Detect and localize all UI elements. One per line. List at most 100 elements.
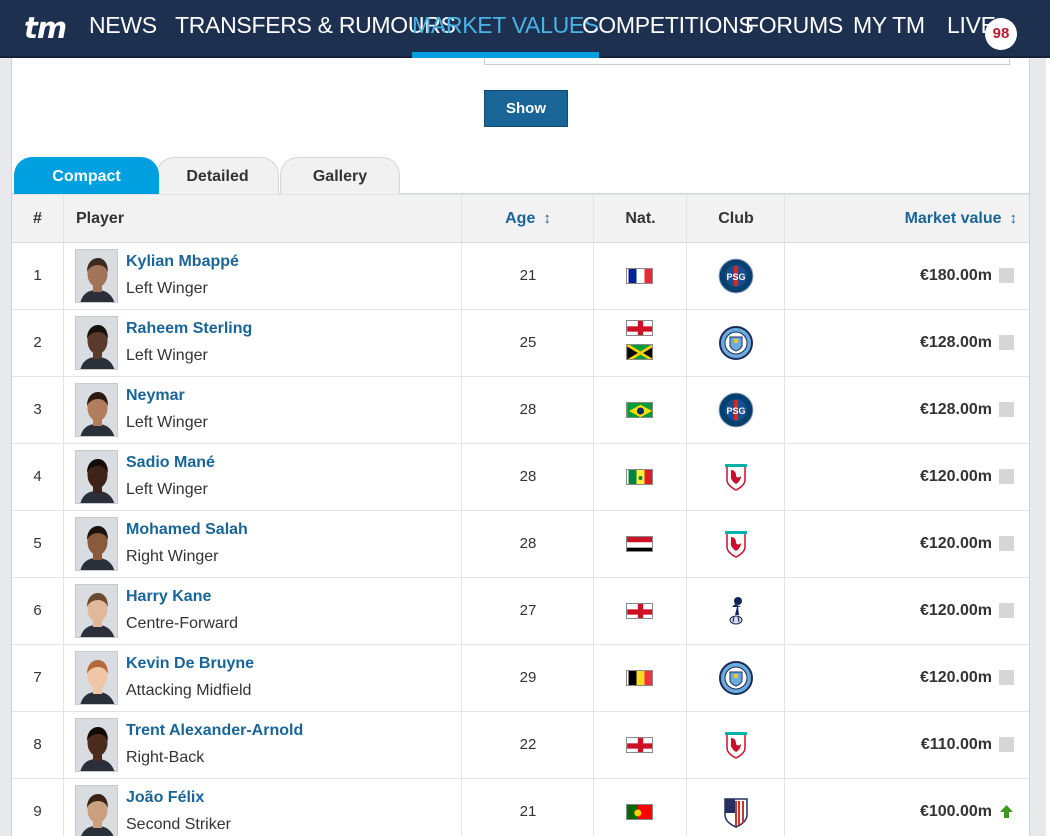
flag-brazil-icon[interactable] <box>626 402 653 418</box>
tab-detailed[interactable]: Detailed <box>156 157 279 194</box>
market-value[interactable]: €120.00m <box>920 578 992 644</box>
nav-market-values[interactable]: MARKET VALUES <box>412 12 599 58</box>
header-nationality: Nat. <box>625 210 656 227</box>
table-row: 2 Raheem Sterling Left Winger 25 €128.00m <box>12 310 1029 377</box>
market-value[interactable]: €110.00m <box>921 712 992 778</box>
header-market-value-label[interactable]: Market value <box>905 210 1002 227</box>
market-value[interactable]: €128.00m <box>920 377 992 443</box>
market-value[interactable]: €120.00m <box>920 444 992 510</box>
filter-field[interactable] <box>484 58 1010 65</box>
player-photo[interactable] <box>75 651 118 705</box>
player-age: 28 <box>519 468 537 485</box>
player-position: Left Winger <box>126 347 208 364</box>
atletico-icon[interactable] <box>717 793 755 831</box>
player-position: Left Winger <box>126 414 208 431</box>
flag-jamaica-icon[interactable] <box>626 344 653 360</box>
player-name-link[interactable]: Sadio Mané <box>126 454 215 472</box>
player-name-link[interactable]: Trent Alexander-Arnold <box>126 722 303 740</box>
man-city-icon[interactable] <box>717 659 755 697</box>
view-tabs: Compact Detailed Gallery <box>12 155 1029 194</box>
trend-unchanged-icon <box>999 536 1014 551</box>
nav-competitions[interactable]: COMPETITIONS <box>582 12 754 58</box>
header-club: Club <box>718 210 754 227</box>
player-position: Left Winger <box>126 481 208 498</box>
flag-egypt-icon[interactable] <box>626 536 653 552</box>
rank-number: 2 <box>33 334 42 351</box>
nav-news[interactable]: NEWS <box>89 12 157 58</box>
trend-up-icon <box>999 804 1014 819</box>
tottenham-icon[interactable] <box>717 592 755 630</box>
player-photo[interactable] <box>75 584 118 638</box>
psg-icon[interactable]: PSG <box>717 257 755 295</box>
svg-text:PSG: PSG <box>726 272 745 282</box>
rank-number: 9 <box>33 803 42 820</box>
player-name-link[interactable]: Neymar <box>126 387 185 405</box>
flag-senegal-icon[interactable] <box>626 469 653 485</box>
header-age-label[interactable]: Age <box>505 210 535 227</box>
market-value[interactable]: €120.00m <box>920 645 992 711</box>
live-count-badge[interactable]: 98 <box>985 18 1017 50</box>
nav-my-tm[interactable]: MY TM <box>853 12 925 58</box>
market-value[interactable]: €180.00m <box>920 243 992 309</box>
player-age: 27 <box>519 602 537 619</box>
rank-number: 3 <box>33 401 42 418</box>
liverpool-icon[interactable] <box>717 525 755 563</box>
top-nav: tm NEWS TRANSFERS & RUMOURS MARKET VALUE… <box>0 0 1050 58</box>
trend-unchanged-icon <box>999 670 1014 685</box>
sort-icon[interactable]: ↕ <box>543 195 551 242</box>
market-value[interactable]: €100.00m <box>920 779 992 836</box>
header-market-value[interactable]: Market value ↕ <box>905 195 1017 243</box>
liverpool-icon[interactable] <box>717 458 755 496</box>
man-city-icon[interactable] <box>717 324 755 362</box>
trend-unchanged-icon <box>999 469 1014 484</box>
psg-icon[interactable]: PSG <box>717 391 755 429</box>
player-position: Right-Back <box>126 749 205 766</box>
player-age: 29 <box>519 669 537 686</box>
player-name-link[interactable]: Mohamed Salah <box>126 521 248 539</box>
flag-belgium-icon[interactable] <box>626 670 653 686</box>
player-photo[interactable] <box>75 316 118 370</box>
player-age: 28 <box>519 401 537 418</box>
svg-text:PSG: PSG <box>726 406 745 416</box>
rank-number: 5 <box>33 535 42 552</box>
player-photo[interactable] <box>75 785 118 836</box>
player-age: 28 <box>519 535 537 552</box>
table-row: 5 Mohamed Salah Right Winger 28 €120.00m <box>12 511 1029 578</box>
player-age: 21 <box>519 803 537 820</box>
show-button[interactable]: Show <box>484 90 568 127</box>
rank-number: 7 <box>33 669 42 686</box>
market-value[interactable]: €128.00m <box>920 310 992 376</box>
table-row: 1 Kylian Mbappé Left Winger 21 PSG €180.00m <box>12 243 1029 310</box>
tab-gallery[interactable]: Gallery <box>280 157 400 194</box>
player-name-link[interactable]: Kylian Mbappé <box>126 253 239 271</box>
player-age: 21 <box>519 267 537 284</box>
market-value[interactable]: €120.00m <box>920 511 992 577</box>
player-photo[interactable] <box>75 718 118 772</box>
sort-icon[interactable]: ↕ <box>1010 195 1018 242</box>
liverpool-icon[interactable] <box>717 726 755 764</box>
flag-england-icon[interactable] <box>626 737 653 753</box>
rank-number: 1 <box>33 267 42 284</box>
header-age[interactable]: Age ↕ <box>462 195 594 243</box>
player-photo[interactable] <box>75 517 118 571</box>
flag-france-icon[interactable] <box>626 268 653 284</box>
player-name-link[interactable]: João Félix <box>126 789 204 807</box>
tab-compact[interactable]: Compact <box>14 157 159 194</box>
player-name-link[interactable]: Kevin De Bruyne <box>126 655 254 673</box>
player-name-link[interactable]: Raheem Sterling <box>126 320 252 338</box>
flag-england-icon[interactable] <box>626 603 653 619</box>
tm-logo[interactable]: tm <box>24 11 67 45</box>
player-name-link[interactable]: Harry Kane <box>126 588 211 606</box>
table-header: # Player Age ↕ Nat. Club Market value ↕ <box>12 194 1029 243</box>
player-position: Attacking Midfield <box>126 682 252 699</box>
player-photo[interactable] <box>75 450 118 504</box>
player-photo[interactable] <box>75 383 118 437</box>
player-position: Second Striker <box>126 816 231 833</box>
trend-unchanged-icon <box>999 402 1014 417</box>
nav-forums[interactable]: FORUMS <box>745 12 843 58</box>
player-photo[interactable] <box>75 249 118 303</box>
flag-england-icon[interactable] <box>626 320 653 336</box>
flag-portugal-icon[interactable] <box>626 804 653 820</box>
trend-unchanged-icon <box>999 603 1014 618</box>
table-row: 8 Trent Alexander-Arnold Right-Back 22 €110.… <box>12 712 1029 779</box>
